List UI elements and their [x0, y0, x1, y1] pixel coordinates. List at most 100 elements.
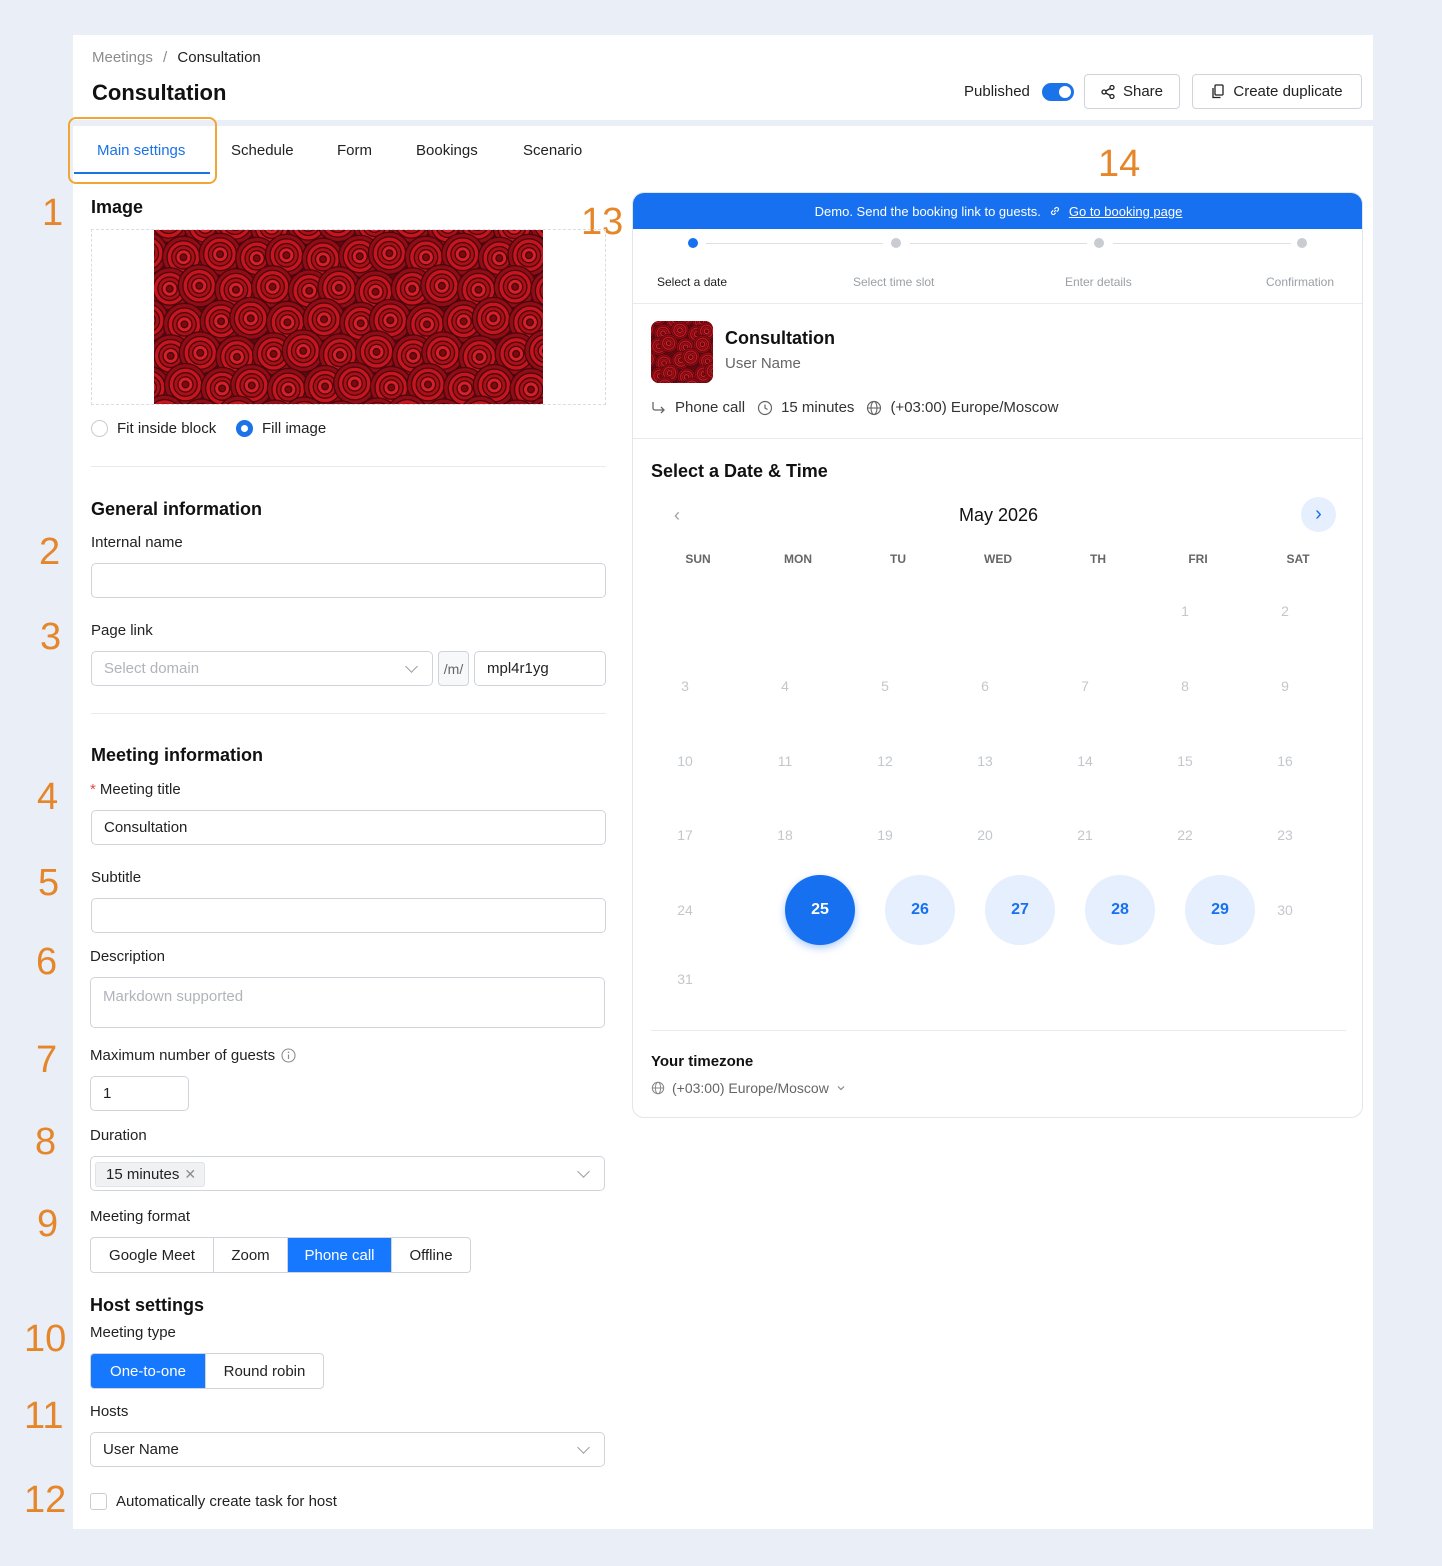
- divider: [91, 713, 606, 714]
- calendar-day-21: 21: [1077, 827, 1093, 843]
- go-to-booking-link[interactable]: Go to booking page: [1069, 204, 1182, 219]
- divider: [633, 438, 1362, 439]
- step-dot-1: [688, 238, 698, 248]
- share-button[interactable]: Share: [1084, 74, 1180, 109]
- event-timezone: (+03:00) Europe/Moscow: [890, 399, 1059, 416]
- domain-select[interactable]: Select domain: [91, 651, 433, 686]
- tab-form[interactable]: Form: [337, 142, 372, 159]
- marker-10: 10: [24, 1318, 67, 1360]
- marker-11: 11: [24, 1395, 64, 1437]
- step-connector: [910, 243, 1087, 244]
- marker-9: 9: [37, 1203, 59, 1245]
- chevron-right-icon[interactable]: ›: [1301, 497, 1336, 532]
- marker-2: 2: [39, 531, 61, 573]
- format-label: Meeting format: [90, 1208, 191, 1225]
- internal-name-label: Internal name: [91, 534, 183, 551]
- fit-inside-label: Fit inside block: [117, 420, 217, 437]
- published-toggle[interactable]: [1042, 83, 1074, 101]
- format-zoom[interactable]: Zoom: [214, 1238, 288, 1272]
- close-icon[interactable]: ✕: [184, 1166, 196, 1183]
- timezone-title: Your timezone: [651, 1053, 754, 1070]
- create-duplicate-button[interactable]: Create duplicate: [1192, 74, 1362, 109]
- type-one-to-one[interactable]: One-to-one: [91, 1354, 206, 1388]
- marker-4: 4: [37, 776, 59, 818]
- info-icon[interactable]: [281, 1048, 296, 1063]
- step-confirmation: Confirmation: [1266, 275, 1335, 289]
- share-label: Share: [1122, 83, 1164, 100]
- format-segmented: Google Meet Zoom Phone call Offline: [90, 1237, 471, 1273]
- calendar-day-31: 31: [677, 971, 693, 987]
- chevron-down-icon: [577, 1441, 590, 1454]
- weekday-wed: WED: [984, 552, 1012, 566]
- subtitle-label: Subtitle: [91, 869, 142, 886]
- description-textarea[interactable]: Markdown supported: [90, 977, 605, 1028]
- weekday-sat: SAT: [1286, 552, 1310, 566]
- tab-schedule[interactable]: Schedule: [231, 142, 294, 159]
- format-offline[interactable]: Offline: [392, 1238, 470, 1272]
- duration-select[interactable]: 15 minutes ✕: [90, 1156, 605, 1191]
- hosts-select[interactable]: User Name: [90, 1432, 605, 1467]
- host-section-title: Host settings: [90, 1295, 205, 1315]
- tab-scenario[interactable]: Scenario: [523, 142, 582, 159]
- format-phone-call[interactable]: Phone call: [288, 1238, 392, 1272]
- tab-bookings[interactable]: Bookings: [416, 142, 478, 159]
- meeting-title-label: * Meeting title: [90, 781, 181, 798]
- radio-fill-image[interactable]: [236, 420, 253, 437]
- month-label: May 2026: [958, 505, 1039, 525]
- header-separator: [73, 120, 1373, 126]
- calendar-day-27[interactable]: 27: [985, 875, 1055, 945]
- event-thumbnail: [651, 321, 713, 383]
- format-google-meet[interactable]: Google Meet: [91, 1238, 214, 1272]
- calendar-day-25[interactable]: 25: [785, 875, 855, 945]
- fill-image-label: Fill image: [262, 420, 327, 437]
- calendar-day-28[interactable]: 28: [1085, 875, 1155, 945]
- breadcrumb-separator: /: [163, 49, 168, 66]
- rose: [229, 296, 273, 340]
- calendar-day-8: 8: [1181, 678, 1189, 694]
- duration-tag: 15 minutes ✕: [95, 1162, 206, 1187]
- calendar-day-10: 10: [677, 753, 693, 769]
- step-dot-4: [1297, 238, 1307, 248]
- meeting-title-value: Consultation: [104, 819, 188, 836]
- calendar-day-18: 18: [777, 827, 793, 843]
- calendar-day-11: 11: [777, 753, 793, 769]
- guests-input[interactable]: 1: [90, 1076, 189, 1111]
- guests-value: 1: [103, 1085, 112, 1102]
- event-meta: Phone call 15 minutes (+03:00) Europe/Mo…: [651, 399, 1058, 416]
- weekday-tu: TU: [890, 552, 906, 566]
- calendar-day-23: 23: [1277, 827, 1293, 843]
- rose: [420, 264, 464, 308]
- booking-preview: Demo. Send the booking link to guests. G…: [632, 192, 1363, 1118]
- breadcrumb-parent[interactable]: Meetings: [92, 49, 153, 66]
- demo-text: Demo. Send the booking link to guests.: [814, 203, 1041, 219]
- calendar-day-1: 1: [1181, 603, 1189, 619]
- radio-fit-inside[interactable]: [91, 420, 108, 437]
- link-slug-value: mpl4r1yg: [487, 660, 549, 677]
- timezone-select[interactable]: (+03:00) Europe/Moscow: [651, 1080, 846, 1096]
- rose: [471, 296, 515, 340]
- meeting-title-input[interactable]: Consultation: [91, 810, 606, 845]
- step-select-date: Select a date: [657, 275, 728, 289]
- page-title: Consultation: [92, 80, 227, 105]
- step-select-time: Select time slot: [853, 275, 935, 289]
- copy-icon: [1212, 84, 1225, 99]
- tab-main-settings[interactable]: Main settings: [97, 142, 185, 159]
- calendar-day-26[interactable]: 26: [885, 875, 955, 945]
- calendar-day-30: 30: [1277, 902, 1293, 918]
- auto-task-checkbox[interactable]: [90, 1493, 107, 1510]
- weekday-sun: SUN: [685, 552, 711, 566]
- weekday-th: TH: [1090, 552, 1106, 566]
- calendar-day-17: 17: [677, 827, 693, 843]
- date-time-title: Select a Date & Time: [651, 461, 828, 481]
- calendar-day-29[interactable]: 29: [1185, 875, 1255, 945]
- link-slug-input[interactable]: mpl4r1yg: [474, 651, 606, 686]
- page-link-label: Page link: [91, 622, 153, 639]
- demo-bar: Demo. Send the booking link to guests. G…: [633, 193, 1362, 229]
- image-section-title: Image: [91, 197, 144, 217]
- subtitle-input[interactable]: [91, 898, 606, 933]
- marker-3: 3: [40, 616, 62, 658]
- type-round-robin[interactable]: Round robin: [206, 1354, 323, 1388]
- rose: [659, 333, 679, 353]
- internal-name-input[interactable]: [91, 563, 606, 598]
- calendar-day-4: 4: [781, 678, 789, 694]
